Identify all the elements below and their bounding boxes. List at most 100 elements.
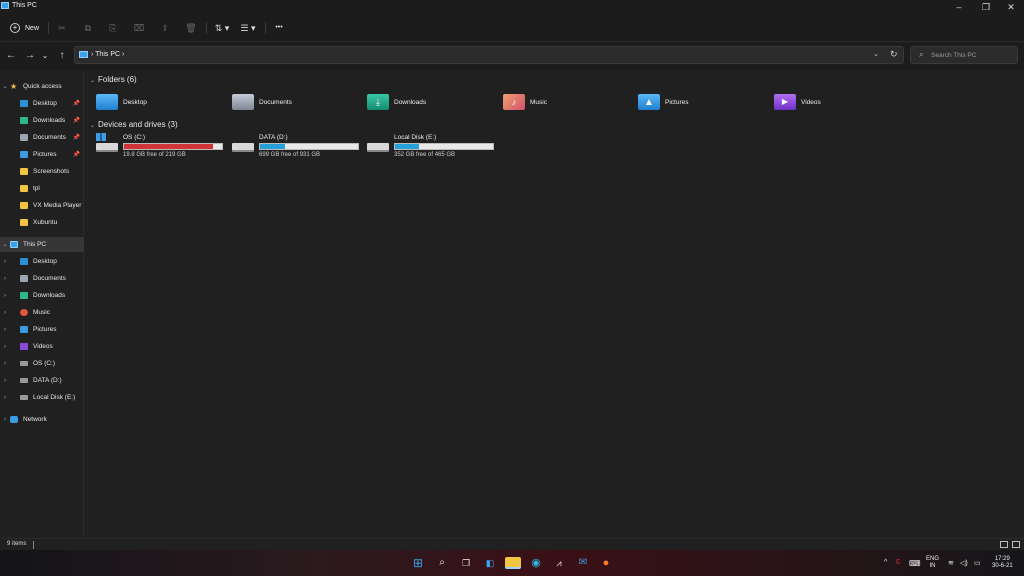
- sidebar-item-documents[interactable]: Documents 📌: [0, 130, 84, 145]
- search-icon[interactable]: ⌕: [435, 556, 449, 570]
- battery-icon[interactable]: ▭: [974, 559, 981, 567]
- widgets-icon[interactable]: ◧: [483, 556, 497, 570]
- sidebar-item-label: Pictures: [33, 151, 57, 158]
- chevron-right-icon[interactable]: ›: [0, 310, 10, 316]
- wifi-icon[interactable]: ≋: [948, 559, 954, 567]
- drive-data-d[interactable]: DATA (D:) 699 GB free of 931 GB: [232, 134, 362, 158]
- up-arrow-icon[interactable]: ↑: [55, 50, 69, 62]
- tiles-view-icon[interactable]: [1012, 541, 1020, 548]
- pin-icon[interactable]: 📌: [73, 151, 80, 158]
- firefox-icon[interactable]: ●: [599, 556, 613, 570]
- chevron-down-icon[interactable]: ⌄: [0, 83, 10, 90]
- cut-icon[interactable]: ✂: [54, 21, 70, 35]
- sidebar-item-xubuntu[interactable]: Xubuntu: [0, 215, 84, 230]
- copy-icon[interactable]: ⧉: [80, 21, 96, 35]
- folder-music[interactable]: ♪ Music: [503, 92, 547, 112]
- pin-icon[interactable]: 📌: [73, 134, 80, 141]
- search-box[interactable]: ⌕: [910, 46, 1018, 64]
- back-arrow-icon[interactable]: ←: [4, 50, 18, 62]
- address-bar[interactable]: › This PC › ⌄ ↻: [74, 46, 904, 64]
- chevron-down-icon[interactable]: ⌄: [90, 123, 95, 129]
- share-icon[interactable]: ⇪: [157, 21, 173, 35]
- downloads-folder-icon: ⤓: [367, 94, 389, 110]
- clock[interactable]: 17:29 30-6-21: [992, 556, 1013, 570]
- minimize-button[interactable]: –: [946, 0, 972, 14]
- chevron-down-icon[interactable]: ⌄: [873, 50, 879, 58]
- new-button[interactable]: + New: [10, 21, 39, 35]
- search-input[interactable]: [931, 50, 1015, 61]
- sidebar-item-os-c[interactable]: › OS (C:): [0, 356, 84, 371]
- keyboard-icon[interactable]: ⌨: [909, 559, 921, 568]
- language-indicator[interactable]: ENG IN: [926, 556, 939, 570]
- tray-overflow-chevron-icon[interactable]: ^: [884, 559, 887, 566]
- sidebar-item-this-pc[interactable]: ⌄ This PC: [0, 237, 84, 252]
- chevron-down-icon[interactable]: ⌄: [0, 241, 10, 248]
- mail-icon[interactable]: ✉: [576, 556, 590, 570]
- chevron-right-icon[interactable]: ›: [0, 327, 10, 333]
- sidebar-item-pictures[interactable]: Pictures 📌: [0, 147, 84, 162]
- folder-documents[interactable]: Documents: [232, 92, 292, 112]
- sidebar-item-pc-pictures[interactable]: › Pictures: [0, 322, 84, 337]
- chevron-right-icon[interactable]: ›: [0, 276, 10, 282]
- chevron-right-icon[interactable]: ›: [0, 344, 10, 350]
- folder-videos[interactable]: ▶ Videos: [774, 92, 821, 112]
- close-button[interactable]: ✕: [998, 0, 1024, 14]
- chevron-right-icon[interactable]: ›: [0, 417, 10, 423]
- file-explorer-icon[interactable]: [505, 557, 521, 569]
- pin-icon[interactable]: 📌: [73, 117, 80, 124]
- folder-label: Desktop: [123, 98, 147, 106]
- drive-os-c[interactable]: OS (C:) 19.8 GB free of 219 GB: [96, 133, 226, 158]
- edge-browser-icon[interactable]: ◉: [529, 556, 543, 570]
- chevron-right-icon[interactable]: ›: [0, 378, 10, 384]
- drive-local-disk-e[interactable]: Local Disk (E:) 352 GB free of 465 GB: [367, 134, 497, 158]
- sidebar-item-tpl[interactable]: tpl: [0, 181, 84, 196]
- sidebar-item-pc-desktop[interactable]: › Desktop: [0, 254, 84, 269]
- sidebar-item-downloads[interactable]: Downloads 📌: [0, 113, 84, 128]
- paste-icon[interactable]: ⎘: [105, 21, 121, 35]
- sort-button[interactable]: ⇅ ▾: [211, 21, 233, 35]
- pin-icon[interactable]: 📌: [73, 100, 80, 107]
- recent-locations-icon[interactable]: ⌄: [38, 50, 52, 62]
- task-view-icon[interactable]: ❐: [459, 556, 473, 570]
- sidebar-item-quick-access[interactable]: ⌄ ★ Quick access: [0, 79, 84, 94]
- details-view-icon[interactable]: [1000, 541, 1008, 548]
- refresh-icon[interactable]: ↻: [890, 49, 898, 60]
- drive-icon: [367, 140, 389, 152]
- folder-desktop[interactable]: Desktop: [96, 92, 147, 112]
- more-options-icon[interactable]: •••: [270, 21, 288, 35]
- view-button[interactable]: ☰ ▾: [237, 21, 259, 35]
- delete-icon[interactable]: 🗑: [183, 21, 199, 35]
- chevron-right-icon[interactable]: ›: [0, 293, 10, 299]
- plus-icon: +: [10, 23, 20, 33]
- volume-icon[interactable]: ◁): [960, 559, 968, 567]
- drives-section-header[interactable]: ⌄ Devices and drives (3): [90, 120, 178, 129]
- start-windows-icon[interactable]: ⊞: [411, 556, 425, 570]
- sidebar-item-screenshots[interactable]: Screenshots: [0, 164, 84, 179]
- chevron-right-icon[interactable]: ›: [0, 395, 10, 401]
- sidebar-item-pc-videos[interactable]: › Videos: [0, 339, 84, 354]
- sidebar-item-label: Documents: [33, 275, 66, 282]
- sidebar-item-pc-documents[interactable]: › Documents: [0, 271, 84, 286]
- sidebar-item-vx-media-player[interactable]: VX Media Player: [0, 198, 84, 213]
- sidebar-item-local-disk-e[interactable]: › Local Disk (E:): [0, 390, 84, 405]
- terminal-icon[interactable]: ⩘: [552, 556, 566, 570]
- antivirus-tray-icon[interactable]: Ɛ: [896, 559, 900, 566]
- folder-downloads[interactable]: ⤓ Downloads: [367, 92, 426, 112]
- folders-section-header[interactable]: ⌄ Folders (6): [90, 75, 137, 84]
- sidebar-item-pc-downloads[interactable]: › Downloads: [0, 288, 84, 303]
- window-title: This PC: [12, 2, 37, 9]
- chevron-right-icon[interactable]: ›: [0, 259, 10, 265]
- forward-arrow-icon[interactable]: →: [23, 50, 37, 62]
- folder-pictures[interactable]: ▲ Pictures: [638, 92, 688, 112]
- new-label: New: [25, 24, 40, 32]
- breadcrumb[interactable]: › This PC ›: [91, 51, 124, 58]
- sidebar-item-label: Pictures: [33, 326, 57, 333]
- sidebar-item-desktop[interactable]: Desktop 📌: [0, 96, 84, 111]
- sidebar-item-pc-music[interactable]: › Music: [0, 305, 84, 320]
- maximize-button[interactable]: ❐: [973, 0, 999, 14]
- sidebar-item-network[interactable]: › Network: [0, 412, 84, 427]
- chevron-down-icon[interactable]: ⌄: [90, 78, 95, 84]
- rename-icon[interactable]: ⌧: [131, 21, 147, 35]
- chevron-right-icon[interactable]: ›: [0, 361, 10, 367]
- sidebar-item-data-d[interactable]: › DATA (D:): [0, 373, 84, 388]
